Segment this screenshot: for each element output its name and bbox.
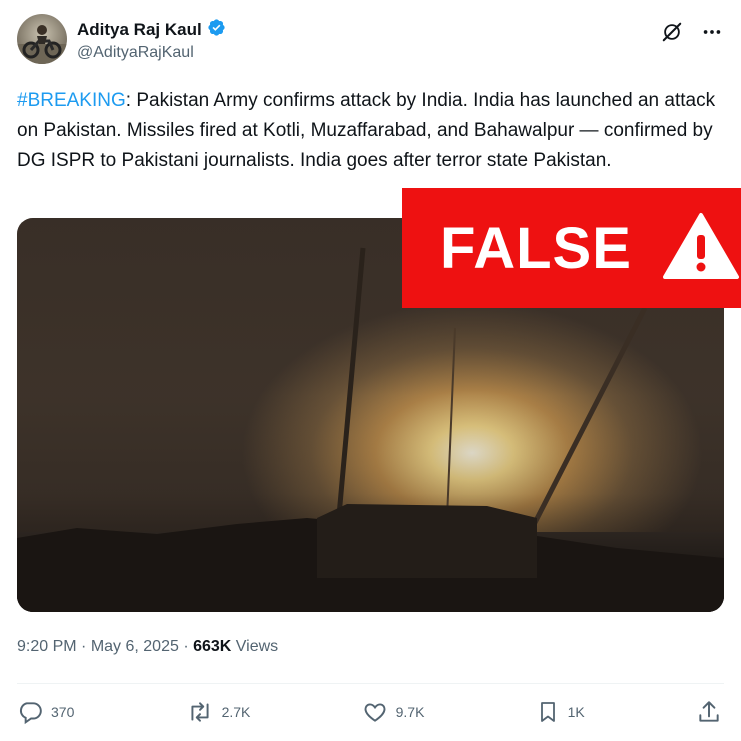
divider: [17, 683, 724, 684]
meta-separator: ·: [178, 638, 194, 655]
more-options-icon[interactable]: [700, 20, 724, 44]
action-bar: 370 2.7K 9.7K 1K: [17, 696, 724, 728]
share-icon: [699, 701, 719, 722]
meta-separator: ·: [76, 638, 91, 655]
author-name[interactable]: Aditya Raj Kaul: [77, 20, 202, 40]
heart-icon: [364, 703, 386, 722]
bookmark-count: 1K: [567, 704, 585, 720]
author-handle[interactable]: @AdityaRajKaul: [77, 44, 194, 62]
tweet-time[interactable]: 9:20 PM: [17, 638, 77, 655]
views-label: Views: [231, 638, 279, 655]
like-button[interactable]: 9.7K: [362, 699, 425, 725]
like-count: 9.7K: [395, 704, 425, 720]
repost-count: 2.7K: [221, 704, 251, 720]
reply-icon: [19, 702, 42, 725]
verified-badge-icon: [207, 18, 226, 42]
reply-count: 370: [51, 704, 75, 720]
avatar[interactable]: [17, 14, 67, 64]
tweet-text: #BREAKING: Pakistan Army confirms attack…: [17, 86, 729, 176]
name-row: Aditya Raj Kaul: [77, 18, 226, 42]
repost-button[interactable]: 2.7K: [186, 699, 251, 725]
reply-button[interactable]: 370: [17, 699, 74, 725]
false-label: FALSE: [440, 215, 632, 281]
warning-icon: [662, 211, 740, 286]
hashtag-link[interactable]: #BREAKING: [17, 90, 126, 111]
share-button[interactable]: [696, 699, 722, 725]
repost-icon: [191, 702, 209, 722]
grok-icon[interactable]: [660, 20, 684, 44]
tweet-meta: 9:20 PM · May 6, 2025 · 663K Views: [17, 638, 278, 656]
views-count: 663K: [193, 638, 232, 655]
top-icons: [660, 20, 724, 44]
tweet-header: Aditya Raj Kaul @AdityaRajKaul: [17, 14, 724, 66]
bookmark-button[interactable]: 1K: [536, 699, 585, 725]
tweet-date[interactable]: May 6, 2025: [91, 638, 179, 655]
false-fact-check-badge: FALSE: [402, 188, 741, 308]
bookmark-icon: [540, 702, 555, 722]
